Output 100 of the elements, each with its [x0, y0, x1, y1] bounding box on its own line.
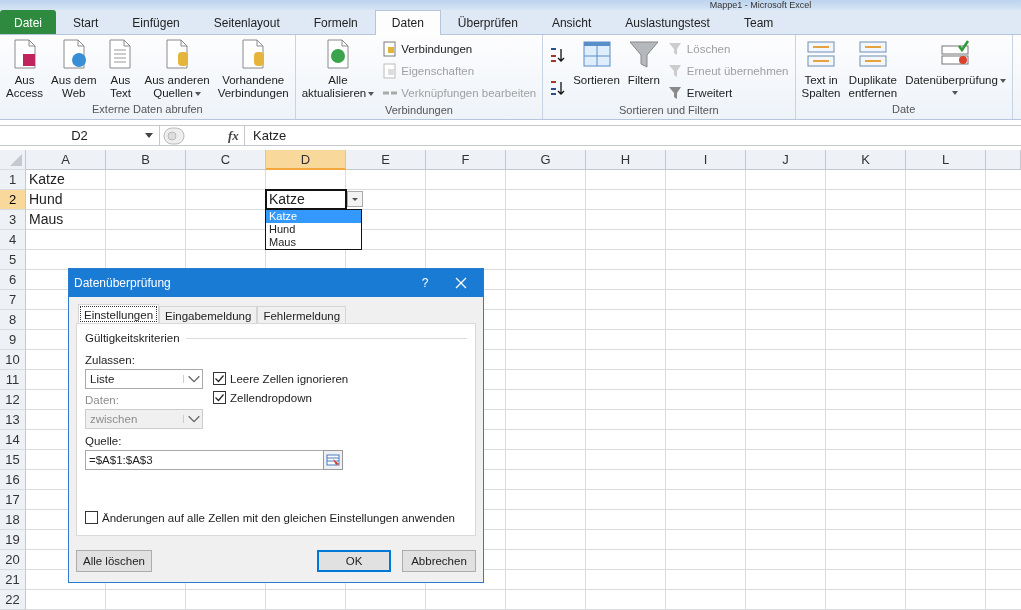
row-header[interactable]: 11	[0, 370, 26, 390]
checkbox-label: Änderungen auf alle Zellen mit den gleichen Einstellungen anwenden	[102, 511, 455, 524]
caret-icon	[194, 91, 201, 96]
caret-icon	[145, 133, 153, 138]
column-header[interactable]: C	[186, 150, 266, 170]
column-header[interactable]: B	[106, 150, 186, 170]
row-header[interactable]: 3	[0, 210, 26, 230]
column-header[interactable]: K	[826, 150, 906, 170]
list-option[interactable]: Hund	[266, 223, 361, 236]
dropdown-button[interactable]	[347, 191, 363, 207]
column-header[interactable]: H	[586, 150, 666, 170]
ribbon-button[interactable]: Aus Access	[3, 38, 47, 100]
row-header[interactable]: 4	[0, 230, 26, 250]
ribbon-button[interactable]: Aus dem Web	[48, 38, 100, 100]
ribbon-tab[interactable]: Formeln	[296, 10, 375, 34]
row-header[interactable]: 19	[0, 530, 26, 550]
row-header[interactable]: 5	[0, 250, 26, 270]
funnel-icon	[667, 63, 684, 79]
row-header[interactable]: 14	[0, 430, 26, 450]
table-icon	[805, 38, 837, 70]
ribbon-tab[interactable]: Daten	[374, 10, 441, 35]
ribbon-tab[interactable]: Start	[56, 10, 116, 34]
caret-icon	[952, 91, 959, 95]
ribbon-tab[interactable]: Einfügen	[115, 10, 197, 34]
row-header[interactable]: 10	[0, 350, 26, 370]
checkbox[interactable]	[85, 511, 98, 524]
ribbon-button[interactable]: Erweitert	[664, 82, 792, 104]
group-label: Externe Daten abrufen	[91, 103, 204, 117]
field-label: Quelle:	[85, 435, 123, 447]
ribbon-button[interactable]: Verbindungen	[379, 38, 540, 60]
column-header[interactable]: L	[906, 150, 986, 170]
row-header[interactable]: 21	[0, 570, 26, 590]
column-header[interactable]: A	[26, 150, 106, 170]
group-label: Date	[891, 103, 917, 117]
checkbox[interactable]	[213, 391, 226, 404]
table-cell-text: Maus	[28, 211, 64, 227]
table-cell-text: Hund	[28, 191, 63, 207]
funnel-icon	[667, 85, 684, 101]
dialog-tab[interactable]: Einstellungen	[78, 304, 160, 324]
row-header[interactable]: 13	[0, 410, 26, 430]
row-header[interactable]: 9	[0, 330, 26, 350]
dialog-button[interactable]: OK	[317, 550, 391, 572]
column-header[interactable]: J	[746, 150, 826, 170]
ribbon-tab[interactable]: Team	[726, 10, 791, 34]
ribbon-tab[interactable]: Ansicht	[534, 10, 609, 34]
ribbon-tab[interactable]: Seitenlayout	[196, 10, 297, 34]
dialog-tab[interactable]: Fehlermeldung	[257, 306, 347, 324]
row-header[interactable]: 6	[0, 270, 26, 290]
dialog-button[interactable]: Alle löschen	[76, 550, 152, 572]
row-header[interactable]: 18	[0, 510, 26, 530]
allow-select[interactable]: Liste	[85, 369, 203, 389]
resize-handle-icon[interactable]	[163, 126, 185, 145]
caret-icon	[368, 91, 375, 96]
column-header[interactable]: I	[666, 150, 746, 170]
ribbon-button[interactable]: Aus anderen Quellen	[141, 38, 213, 100]
row-header[interactable]: 12	[0, 390, 26, 410]
row-header[interactable]: 16	[0, 470, 26, 490]
ribbon-tab[interactable]: Überprüfen	[440, 10, 535, 34]
row-header[interactable]: 15	[0, 450, 26, 470]
active-cell[interactable]: Katze	[265, 189, 347, 210]
field-label: Daten:	[85, 394, 120, 406]
range-picker-icon[interactable]	[323, 450, 343, 470]
caret-icon	[999, 78, 1006, 83]
row-header[interactable]: 2	[0, 190, 26, 210]
dialog-button[interactable]: Abbrechen	[402, 550, 476, 572]
help-button[interactable]: ?	[413, 275, 437, 291]
window-title: Mappe1 - Microsoft Excel	[709, 0, 812, 10]
column-header[interactable]: D	[266, 150, 346, 170]
ribbon-tab[interactable]: Datei	[0, 10, 56, 34]
row-header[interactable]: 17	[0, 490, 26, 510]
name-box[interactable]: D2	[0, 126, 160, 145]
ribbon-button[interactable]: Text in Spalten	[798, 38, 844, 100]
field-label: Zulassen:	[85, 354, 136, 366]
table-icon	[856, 38, 889, 70]
close-icon[interactable]	[455, 277, 467, 289]
checkbox[interactable]	[213, 372, 226, 385]
row-header[interactable]: 22	[0, 590, 26, 610]
column-header[interactable]: E	[346, 150, 426, 170]
dialog-tab[interactable]: Eingabemeldung	[159, 306, 258, 324]
formula-field[interactable]: Katze	[244, 126, 1021, 145]
ribbon-button[interactable]: Vorhandene Verbindungen	[214, 38, 292, 100]
document-icon	[382, 63, 399, 79]
row-header[interactable]: 20	[0, 550, 26, 570]
ribbon-button[interactable]: Datenüberprüfung	[902, 38, 1009, 95]
ribbon-button[interactable]: Aus Text	[101, 38, 140, 100]
ribbon-button[interactable]: Filtern	[624, 38, 663, 87]
funnel-icon	[627, 38, 660, 70]
column-header[interactable]: F	[426, 150, 506, 170]
row-header[interactable]: 8	[0, 310, 26, 330]
insert-function-button[interactable]: fx	[228, 127, 244, 144]
sort-icon	[549, 46, 566, 63]
ribbon-button[interactable]: Alle aktualisieren	[298, 38, 378, 100]
list-option[interactable]: Maus	[266, 236, 361, 249]
ribbon-button[interactable]: Duplikate entfernen	[845, 38, 901, 100]
column-header[interactable]: G	[506, 150, 586, 170]
source-field[interactable]: =$A$1:$A$3	[85, 450, 323, 470]
row-header[interactable]: 1	[0, 170, 26, 190]
ribbon-button[interactable]: Sortieren	[570, 38, 623, 87]
ribbon-tab[interactable]: Auslastungstest	[608, 10, 727, 34]
row-header[interactable]: 7	[0, 290, 26, 310]
